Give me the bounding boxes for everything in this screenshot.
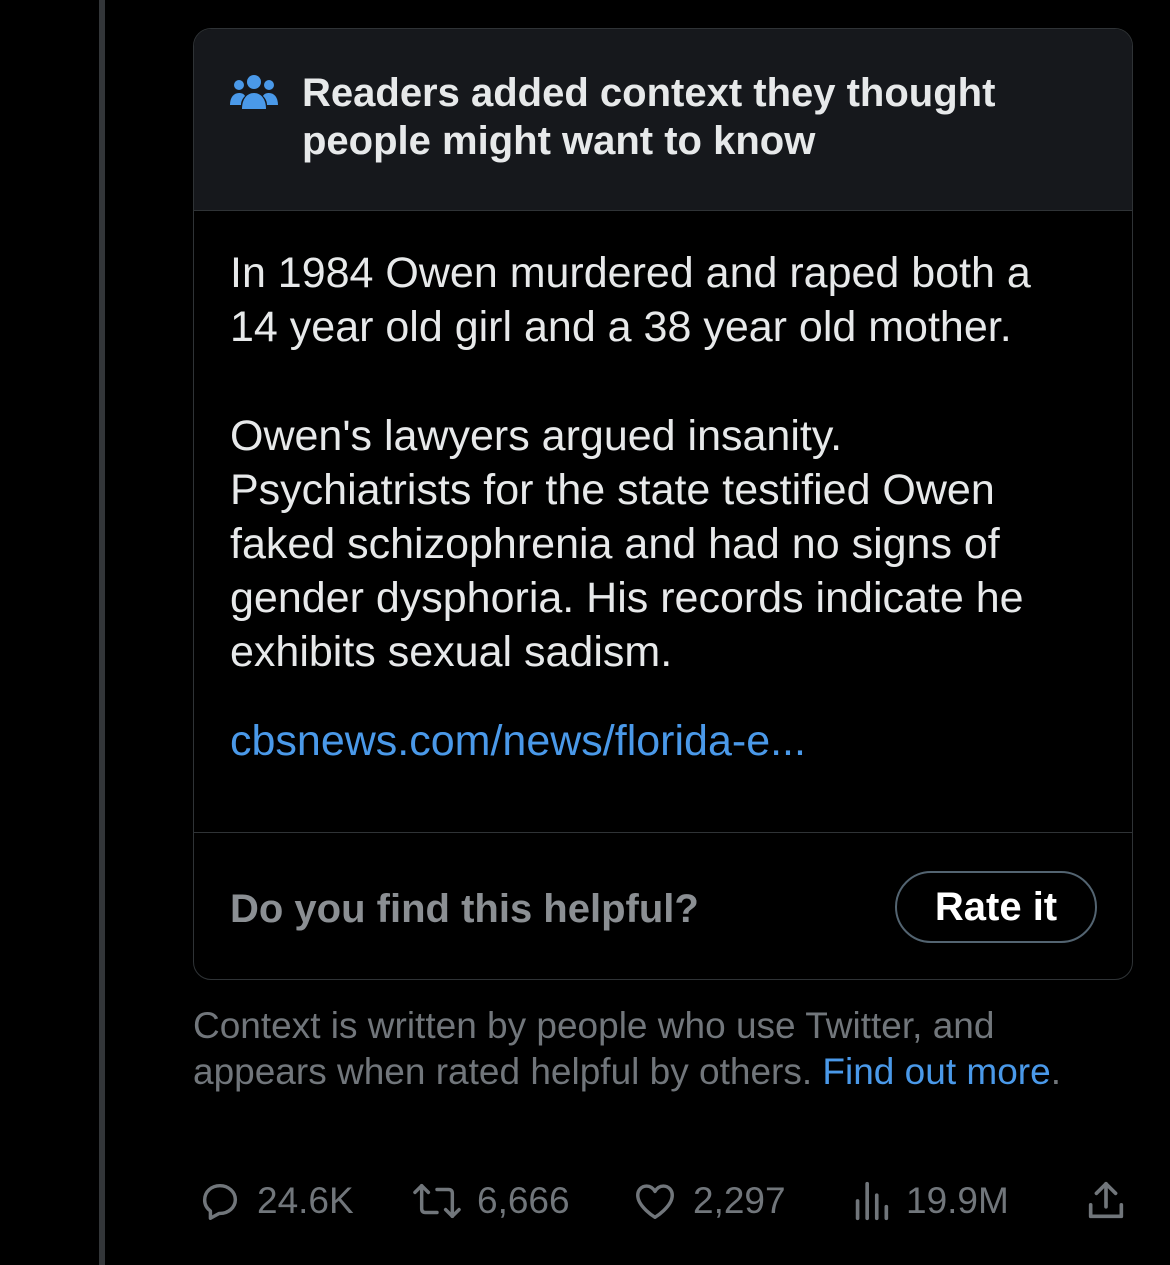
reply-action[interactable]: 24.6K [197,1178,354,1224]
find-out-more-link[interactable]: Find out more [822,1051,1050,1092]
reply-icon [202,1183,238,1220]
community-note: Readers added context they thought peopl… [193,28,1133,980]
retweet-icon [413,1183,461,1219]
retweet-action[interactable]: 6,666 [411,1178,570,1224]
note-title: Readers added context they thought peopl… [302,71,996,163]
tweet-actions: 24.6K 6,666 2,297 19.9M [0,1178,1170,1224]
note-footer: Do you find this helpful? Rate it [194,833,1132,979]
context-info: Context is written by people who use Twi… [193,1003,1113,1095]
note-paragraph: In 1984 Owen murdered and raped both a 1… [230,249,1031,351]
share-icon [1088,1181,1124,1219]
views-count: 19.9M [906,1180,1009,1221]
helpful-question: Do you find this helpful? [230,887,699,931]
heart-icon [636,1184,674,1220]
note-body: In 1984 Owen murdered and raped both a 1… [194,211,1132,833]
share-action[interactable] [1082,1178,1144,1224]
people-icon [230,75,278,109]
context-info-period: . [1050,1051,1061,1092]
reply-count: 24.6K [257,1180,354,1221]
like-count: 2,297 [693,1180,786,1221]
note-header: Readers added context they thought peopl… [194,29,1132,211]
views-action[interactable]: 19.9M [850,1178,1009,1224]
thread-line [99,0,105,1265]
source-link[interactable]: cbsnews.com/news/florida-e... [230,714,806,768]
views-icon [855,1181,889,1221]
note-paragraph: Owen's lawyers argued insanity. Psychiat… [230,412,1024,676]
retweet-count: 6,666 [477,1180,570,1221]
like-action[interactable]: 2,297 [631,1178,786,1224]
rate-it-button[interactable]: Rate it [895,871,1097,943]
